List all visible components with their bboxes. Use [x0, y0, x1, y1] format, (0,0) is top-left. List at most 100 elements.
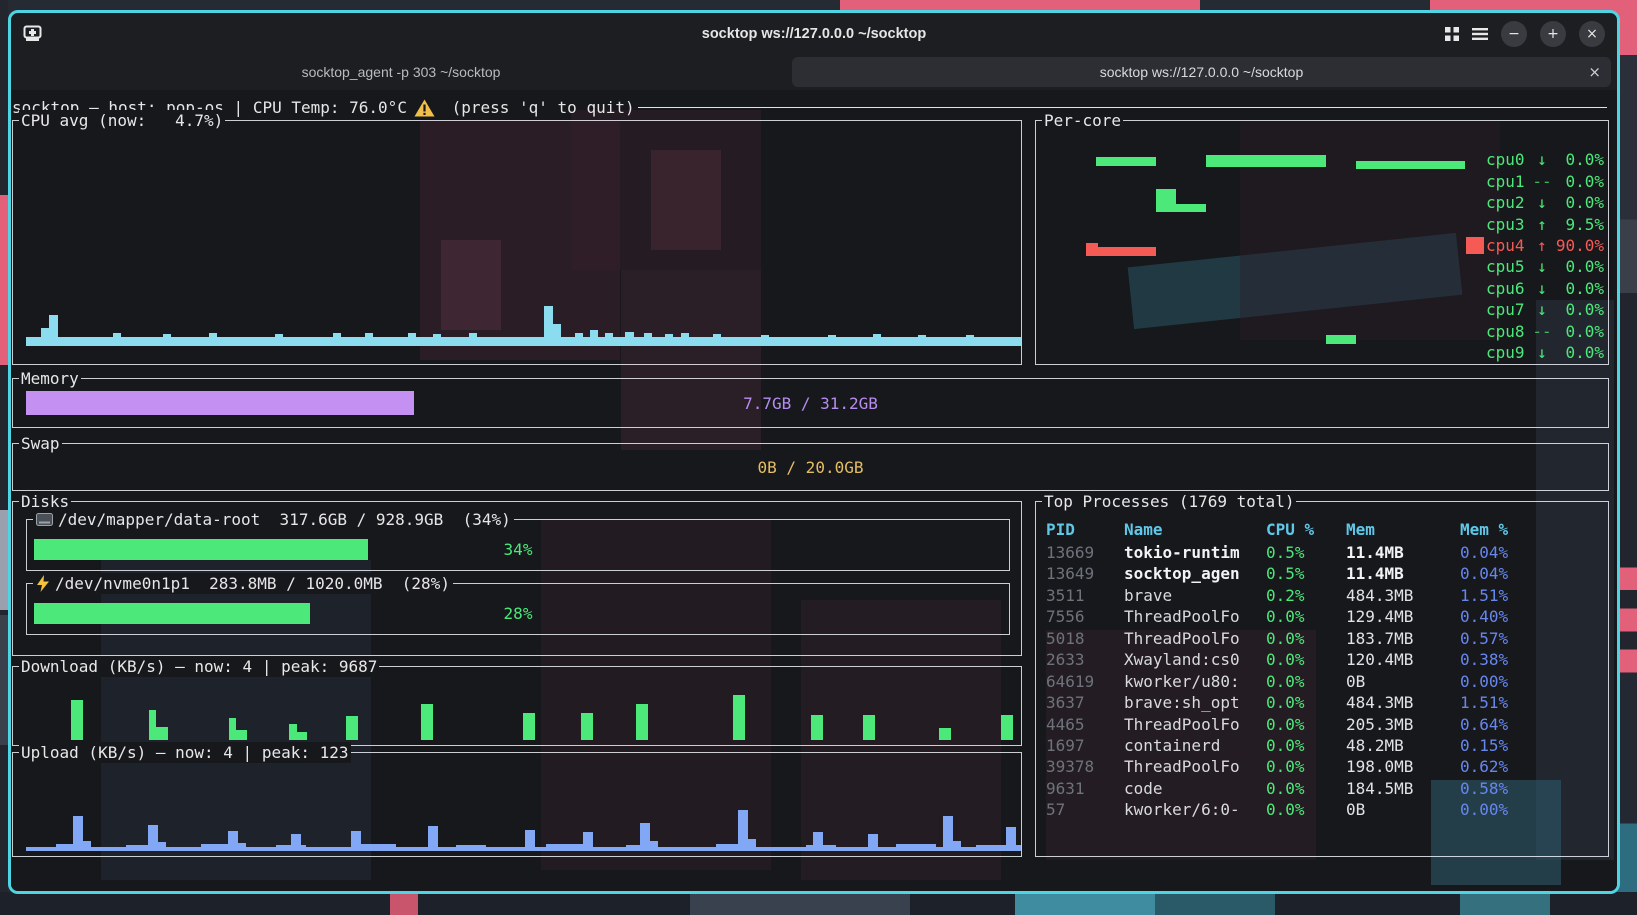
process-row-5018: 5018ThreadPoolFo0.0%183.7MB0.57%	[1036, 628, 1608, 649]
core-trend: ↓	[1528, 342, 1556, 363]
c-mpct: 0.38%	[1460, 649, 1508, 670]
core-val: 0.0%	[1556, 321, 1604, 342]
core-val: 0.0%	[1556, 192, 1604, 213]
histogram-bar	[583, 832, 593, 851]
download-panel: Download (KB/s) — now: 4 | peak: 9687	[12, 666, 1022, 746]
tab-label: socktop_agent -p 303 ~/socktop	[302, 64, 501, 80]
col-mem: Mem	[1346, 519, 1375, 540]
disk-icon	[36, 513, 53, 526]
c-cpu: 0.0%	[1266, 735, 1305, 756]
core-name: cpu0	[1486, 149, 1528, 170]
wallpaper	[0, 510, 8, 610]
wallpaper	[0, 615, 8, 745]
disk-data-root-title: /dev/mapper/data-root 317.6GB / 928.9GB …	[33, 509, 514, 530]
upload-histogram	[26, 754, 1019, 851]
c-mem: 205.3MB	[1346, 714, 1413, 735]
c-name: tokio-runtim	[1124, 542, 1240, 563]
disk-percent-text: 34%	[34, 539, 1002, 560]
histogram-bar	[748, 839, 756, 851]
swap-usage-text: 0B / 20.0GB	[26, 455, 1595, 479]
core-name: cpu3	[1486, 214, 1528, 235]
minimize-button[interactable]: −	[1501, 21, 1527, 47]
c-cpu: 0.0%	[1266, 671, 1305, 692]
c-name: ThreadPoolFo	[1124, 714, 1240, 735]
c-pid: 1697	[1046, 735, 1085, 756]
cpu-avg-title: CPU avg (now: 4.7%)	[19, 110, 225, 131]
c-mpct: 0.15%	[1460, 735, 1508, 756]
c-mpct: 0.04%	[1460, 542, 1508, 563]
core-sparkline-bar	[1156, 189, 1176, 212]
histogram-bar	[149, 710, 156, 740]
per-core-list: cpu0↓0.0%cpu1--0.0%cpu2↓0.0%cpu3↑9.5%cpu…	[1486, 149, 1604, 363]
download-title: Download (KB/s) — now: 4 | peak: 9687	[19, 656, 379, 677]
c-cpu: 0.0%	[1266, 799, 1305, 820]
histogram-bar	[351, 831, 361, 851]
c-mpct: 0.64%	[1460, 714, 1508, 735]
quit-hint-text: (press 'q' to quit)	[442, 97, 635, 118]
wallpaper	[390, 893, 418, 915]
swap-gauge: 0B / 20.0GB	[26, 455, 1595, 479]
process-row-4465: 4465ThreadPoolFo0.0%205.3MB0.64%	[1036, 714, 1608, 735]
c-name: ThreadPoolFo	[1124, 756, 1240, 777]
core-val: 0.0%	[1556, 256, 1604, 277]
core-val: 0.0%	[1556, 149, 1604, 170]
histogram-bar	[644, 333, 652, 346]
tab-label: socktop ws://127.0.0.0 ~/socktop	[1100, 64, 1304, 80]
histogram-bar	[49, 315, 58, 346]
c-mem: 183.7MB	[1346, 628, 1413, 649]
histogram-bar	[83, 841, 91, 851]
c-mpct: 1.51%	[1460, 585, 1508, 606]
c-pid: 5018	[1046, 628, 1085, 649]
core-name: cpu6	[1486, 278, 1528, 299]
disk-nvme: /dev/nvme0n1p1 283.8MB / 1020.0MB (28%) …	[26, 583, 1010, 635]
histogram-bar	[433, 334, 441, 346]
grid-apps-icon[interactable]	[1445, 27, 1459, 41]
histogram-bar	[365, 333, 373, 346]
core-name: cpu4	[1486, 235, 1528, 256]
menu-icon[interactable]	[1472, 28, 1488, 40]
histogram-bar	[953, 841, 961, 851]
wallpaper	[690, 893, 910, 915]
col-name: Name	[1124, 519, 1163, 540]
process-row-2633: 2633Xwayland:cs00.0%120.4MB0.38%	[1036, 649, 1608, 670]
process-row-64619: 64619kworker/u80:0.0%0B0.00%	[1036, 671, 1608, 692]
histogram-bar	[289, 724, 297, 740]
c-pid: 3511	[1046, 585, 1085, 606]
maximize-button[interactable]: +	[1540, 21, 1566, 47]
wallpaper	[1015, 893, 1155, 915]
histogram-bar	[523, 713, 535, 740]
core-sparkline-bar	[1098, 247, 1156, 256]
core-name: cpu5	[1486, 256, 1528, 277]
histogram-bar	[896, 844, 936, 851]
histogram-bar	[918, 335, 926, 346]
cpu-avg-panel: CPU avg (now: 4.7%)	[12, 120, 1022, 365]
histogram-bar	[590, 330, 598, 346]
process-row-1697: 1697containerd0.0%48.2MB0.15%	[1036, 735, 1608, 756]
tab-socktop-active[interactable]: socktop ws://127.0.0.0 ~/socktop ×	[792, 57, 1611, 87]
window-title: socktop ws://127.0.0.0 ~/socktop	[11, 26, 1617, 42]
memory-usage-text: 7.7GB / 31.2GB	[26, 391, 1595, 415]
new-tab-icon[interactable]	[23, 25, 42, 42]
c-cpu: 0.5%	[1266, 542, 1305, 563]
desktop: socktop ws://127.0.0.0 ~/socktop	[0, 0, 1637, 915]
tab-socktop-agent[interactable]: socktop_agent -p 303 ~/socktop	[11, 54, 791, 90]
core-row-cpu5: cpu5↓0.0%	[1486, 256, 1604, 277]
histogram-bar	[275, 334, 283, 346]
histogram-bar	[575, 333, 583, 346]
histogram-bar	[939, 728, 951, 740]
core-sparkline-bar	[1096, 157, 1156, 166]
tab-close-icon[interactable]: ×	[1588, 63, 1601, 81]
close-button[interactable]: ×	[1579, 21, 1605, 47]
c-cpu: 0.0%	[1266, 628, 1305, 649]
c-cpu: 0.0%	[1266, 606, 1305, 627]
c-name: kworker/u80:	[1124, 671, 1240, 692]
c-mem: 0B	[1346, 799, 1365, 820]
histogram-bar	[229, 718, 236, 740]
histogram-bar	[640, 823, 650, 851]
histogram-bar	[148, 825, 158, 851]
c-mem: 120.4MB	[1346, 649, 1413, 670]
histogram-bar	[408, 333, 416, 346]
histogram-bar	[811, 715, 823, 740]
core-name: cpu9	[1486, 342, 1528, 363]
histogram-bar	[456, 845, 486, 851]
